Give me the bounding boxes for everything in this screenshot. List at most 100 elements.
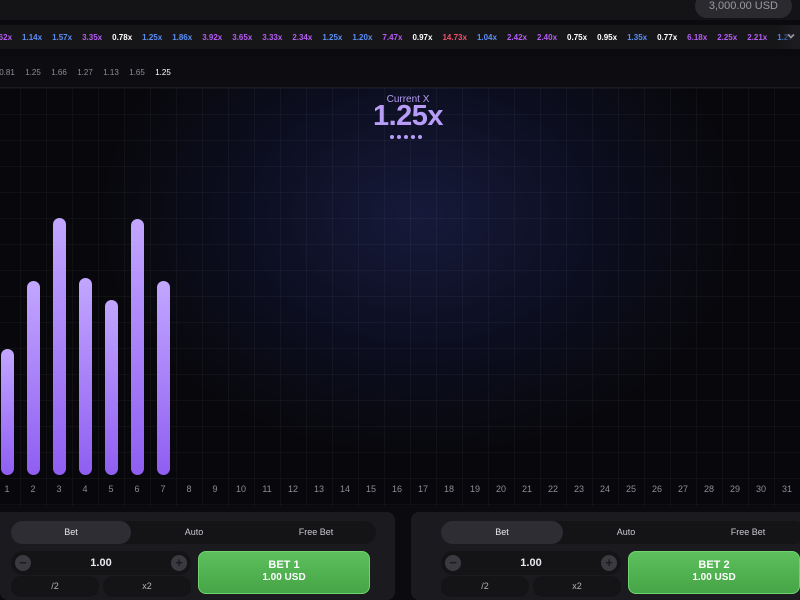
round-bar	[0, 349, 14, 475]
round-bar	[130, 219, 144, 475]
balance-currency: USD	[754, 0, 778, 12]
bet-button-title: BET 2	[698, 559, 730, 571]
bet-mode-tabs: Bet Auto Free Bet	[11, 521, 376, 544]
history-multiplier: 3.65x	[232, 32, 253, 42]
tab-bet[interactable]: Bet	[11, 521, 131, 544]
x-tick-label: 17	[417, 484, 429, 494]
x-tick-label: 28	[703, 484, 715, 494]
balance-amount: 3,000.00	[708, 0, 752, 12]
x-tick-label: 8	[186, 484, 192, 494]
balance-badge: 3,000.00 USD	[694, 0, 792, 18]
history-multiplier: 0.97x	[412, 32, 433, 42]
bet-panel-2: Bet Auto Free Bet 1.00 − + /2 x2 BET 2 1…	[411, 512, 800, 600]
bet-amount-input[interactable]: 1.00	[11, 551, 191, 575]
history-multiplier: 3.33x	[262, 32, 283, 42]
x-tick-label: 14	[339, 484, 351, 494]
history-multiplier: 6.18x	[687, 32, 708, 42]
x-tick-label: 10	[235, 484, 247, 494]
chevron-down-icon[interactable]	[786, 31, 796, 41]
x-tick-label: 22	[547, 484, 559, 494]
history-multiplier: 14.73x	[442, 32, 467, 42]
history-multiplier: 0.78x	[112, 32, 133, 42]
bet-1-button[interactable]: BET 1 1.00 USD	[198, 551, 370, 594]
history-multiplier: 3.35x	[82, 32, 103, 42]
history-multiplier: 1.62x	[0, 32, 13, 42]
history-multiplier: 3.92x	[202, 32, 223, 42]
history-multiplier: 1.25x	[322, 32, 343, 42]
x-tick-label: 18	[443, 484, 455, 494]
x-tick-label: 6	[134, 484, 140, 494]
tab-auto[interactable]: Auto	[567, 521, 685, 544]
history-multiplier: 1.86x	[172, 32, 193, 42]
decrease-button[interactable]: −	[445, 555, 461, 571]
x-tick-label: 29	[729, 484, 741, 494]
multiplier-history-strip[interactable]: 1.62x 1.14x 1.57x 3.35x 0.78x 1.25x 1.86x 3.92x…	[0, 25, 800, 49]
x-tick-label: 23	[573, 484, 585, 494]
x-tick-label: 26	[651, 484, 663, 494]
bet-button-amount: 1.00 USD	[262, 572, 306, 583]
history-multiplier: 2.25x	[717, 32, 738, 42]
halve-button[interactable]: /2	[11, 576, 99, 597]
history-multiplier: 2.21x	[747, 32, 768, 42]
tab-free-bet[interactable]: Free Bet	[689, 521, 800, 544]
bet-button-amount: 1.00 USD	[692, 572, 736, 583]
x-tick-label: 16	[391, 484, 403, 494]
bet-amount-stepper: 1.00 − +	[11, 551, 191, 575]
round-bar	[52, 217, 66, 475]
x-tick-label: 20	[495, 484, 507, 494]
x-tick-label: 11	[262, 484, 272, 494]
x-tick-label: 12	[287, 484, 299, 494]
x-tick-label: 24	[599, 484, 611, 494]
x-tick-label: 31	[781, 484, 793, 494]
x-tick-label: 1	[4, 484, 10, 494]
bet-panel-1: Bet Auto Free Bet 1.00 − + /2 x2 BET 1 1…	[0, 512, 395, 600]
bet-amount-stepper: 1.00 − +	[441, 551, 621, 575]
double-button[interactable]: x2	[533, 576, 621, 597]
x-tick-label: 30	[755, 484, 767, 494]
history-multiplier: 0.77x	[657, 32, 678, 42]
x-tick-label: 2	[30, 484, 36, 494]
x-tick-label: 13	[313, 484, 325, 494]
x-tick-label: 9	[212, 484, 218, 494]
history-multiplier: 7.47x	[382, 32, 403, 42]
game-area: 0.81 1.25 1.66 1.27 1.13 1.65 1.25 Current X 1…	[0, 56, 800, 506]
history-multiplier: 1.04x	[476, 32, 497, 42]
history-multiplier: 1.25x	[142, 32, 163, 42]
increase-button[interactable]: +	[171, 555, 187, 571]
x-tick-label: 4	[82, 484, 88, 494]
bet-panels: Bet Auto Free Bet 1.00 − + /2 x2 BET 1 1…	[0, 506, 800, 600]
x-tick-label: 7	[160, 484, 166, 494]
bet-amount-input[interactable]: 1.00	[441, 551, 621, 575]
increase-button[interactable]: +	[601, 555, 617, 571]
x-tick-label: 25	[625, 484, 637, 494]
history-multiplier: 1.20x	[352, 32, 373, 42]
double-button[interactable]: x2	[103, 576, 191, 597]
history-multiplier: 1.35x	[627, 32, 648, 42]
tab-bet[interactable]: Bet	[441, 521, 563, 544]
history-multiplier: 2.40x	[537, 32, 558, 42]
tab-auto[interactable]: Auto	[135, 521, 253, 544]
decrease-button[interactable]: −	[15, 555, 31, 571]
round-bar	[156, 281, 170, 475]
round-bar	[78, 278, 92, 475]
history-multiplier: 1.14x	[22, 32, 43, 42]
history-multiplier: 0.95x	[597, 32, 618, 42]
x-tick-label: 27	[677, 484, 689, 494]
tab-free-bet[interactable]: Free Bet	[257, 521, 375, 544]
bet-mode-tabs: Bet Auto Free Bet	[441, 521, 800, 544]
history-track: 1.62x 1.14x 1.57x 3.35x 0.78x 1.25x 1.86x 3.92x…	[0, 25, 800, 49]
round-bar	[26, 281, 40, 475]
x-tick-label: 21	[521, 484, 533, 494]
game-app: 3,000.00 USD 1.62x1.14x1.57x3.35x0.78x1.…	[0, 0, 800, 600]
x-tick-label: 3	[56, 484, 62, 494]
history-multiplier: 2.42x	[506, 32, 527, 42]
bet-button-title: BET 1	[268, 559, 300, 571]
top-bar: 3,000.00 USD	[0, 0, 800, 20]
bet-2-button[interactable]: BET 2 1.00 USD	[628, 551, 800, 594]
x-tick-label: 19	[469, 484, 481, 494]
history-multiplier: 2.34x	[292, 32, 313, 42]
history-multiplier: 1.57x	[52, 32, 73, 42]
x-tick-label: 5	[108, 484, 114, 494]
round-bar-chart: 1 2 3 4 5 6 7 8 9 10 11 12 13 14 15 16 17 18 19 20 21 22 23 24 2…	[0, 56, 800, 506]
halve-button[interactable]: /2	[441, 576, 529, 597]
